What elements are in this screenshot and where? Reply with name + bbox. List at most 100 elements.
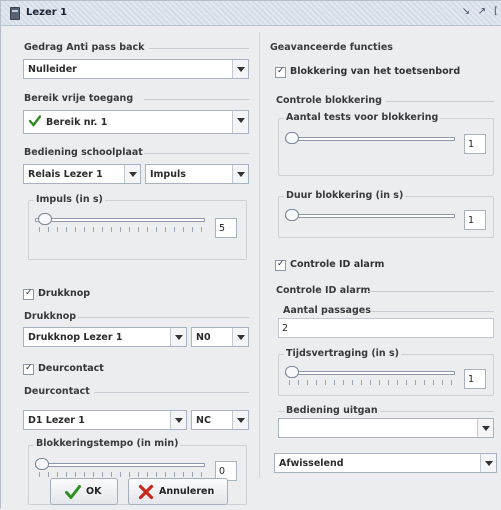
drukknop-contact-value: N0 (196, 332, 211, 343)
green-checkmark-icon (29, 115, 41, 127)
duur-label: Duur blokkering (in s) (284, 190, 406, 201)
blokkering-checkbox[interactable]: Blokkering van het toetsenbord (275, 66, 475, 80)
vertraging-slider-track (285, 371, 455, 375)
controle-blokkering-label: Controle blokkering (276, 95, 382, 106)
gedrag-select-value: Nulleider (28, 64, 77, 75)
geavanceerde-label: Geavanceerde functies (270, 42, 393, 53)
vertraging-slider-ticks (289, 380, 455, 385)
close-icon[interactable]: [ (491, 5, 501, 19)
green-checkmark-icon (65, 485, 81, 499)
chevron-down-icon (170, 328, 186, 346)
blokkering-checkbox-label: Blokkering van het toetsenbord (290, 66, 461, 77)
drukknop-checkbox[interactable]: Drukknop (23, 288, 143, 302)
chevron-down-icon (232, 411, 248, 429)
chevron-down-icon (480, 454, 496, 472)
gedrag-select[interactable]: Nulleider (23, 59, 249, 79)
drukknop-separator (78, 317, 249, 318)
vertraging-slider-thumb[interactable] (285, 366, 299, 378)
blokkering-checkbox-box[interactable] (275, 66, 286, 78)
impuls-value-field[interactable]: 5 (215, 218, 237, 238)
red-x-icon (138, 484, 154, 500)
ok-button[interactable]: OK (50, 478, 118, 505)
drukknop-checkbox-box[interactable] (23, 288, 34, 300)
chevron-down-icon (477, 419, 493, 437)
ok-button-label: OK (86, 486, 102, 497)
lezer-window: Lezer 1 ↘ ↗ [ Gedrag Anti pass back Null… (0, 0, 501, 510)
bereik-select[interactable]: Bereik nr. 1 (23, 110, 249, 134)
deurcontact-label: Deurcontact (24, 386, 90, 397)
deurcontact-contact-value: NC (196, 415, 211, 426)
uitgan-label: Bediening uitgan (284, 405, 380, 416)
impuls-label: Impuls (in s) (34, 194, 105, 205)
impuls-mode-value: Impuls (150, 169, 186, 180)
restore-icon[interactable]: ↘ (459, 5, 473, 19)
cancel-button[interactable]: Annuleren (128, 478, 228, 505)
title-bar[interactable]: Lezer 1 ↘ ↗ [ (1, 1, 501, 26)
deurcontact-contact-select[interactable]: NC (191, 410, 249, 430)
dialog-content: Gedrag Anti pass back Nulleider Bereik v… (1, 26, 501, 510)
deurcontact-checkbox[interactable]: Deurcontact (23, 363, 143, 377)
deurcontact-separator (94, 392, 249, 393)
drukknop-contact-select[interactable]: N0 (191, 327, 249, 347)
drukknop-checkbox-label: Drukknop (38, 288, 91, 299)
tempo-slider-thumb[interactable] (35, 458, 49, 470)
column-divider (259, 32, 260, 478)
tests-slider-thumb[interactable] (285, 132, 299, 144)
relais-select-value: Relais Lezer 1 (28, 169, 103, 180)
chevron-down-icon (170, 411, 186, 429)
tests-value-field[interactable]: 1 (464, 134, 486, 154)
drukknop-select[interactable]: Drukknop Lezer 1 (23, 327, 187, 347)
chevron-down-icon (232, 111, 248, 133)
relais-select[interactable]: Relais Lezer 1 (23, 164, 141, 184)
chevron-down-icon (124, 165, 140, 183)
gedrag-separator (149, 48, 249, 49)
duur-value-field[interactable]: 1 (464, 210, 486, 230)
bediening-label: Bediening schoolplaat (24, 147, 143, 158)
vertraging-label: Tijdsvertraging (in s) (284, 348, 401, 359)
bereik-separator (144, 99, 249, 100)
bediening-separator (144, 153, 249, 154)
deurcontact-checkbox-box[interactable] (23, 363, 34, 375)
maximize-icon[interactable]: ↗ (475, 5, 489, 19)
controle-id-checkbox[interactable]: Controle ID alarm (275, 259, 435, 273)
controle-id-label: Controle ID alarm (276, 285, 371, 296)
chevron-down-icon (232, 328, 248, 346)
vertraging-value-field[interactable]: 1 (464, 369, 486, 389)
drukknop-label: Drukknop (24, 311, 77, 322)
chevron-down-icon (232, 165, 248, 183)
bereik-select-value: Bereik nr. 1 (46, 117, 108, 128)
uitgan-select[interactable] (278, 418, 494, 438)
tempo-slider[interactable] (35, 458, 211, 480)
chevron-down-icon (232, 60, 248, 78)
tests-slider[interactable] (285, 132, 461, 154)
controle-blokkering-separator (386, 101, 494, 102)
tests-slider-track (285, 137, 455, 141)
bereik-label: Bereik vrije toegang (24, 93, 134, 104)
afwisselend-select[interactable]: Afwisselend (274, 453, 497, 473)
impuls-mode-select[interactable]: Impuls (145, 164, 249, 184)
impuls-slider[interactable] (35, 213, 211, 235)
impuls-slider-track (35, 218, 205, 222)
duur-slider-track (285, 214, 455, 218)
window-icon (10, 7, 20, 20)
afwisselend-select-value: Afwisselend (279, 458, 344, 469)
passages-input[interactable]: 2 (278, 318, 494, 338)
duur-slider-thumb[interactable] (285, 209, 299, 221)
deurcontact-checkbox-label: Deurcontact (38, 363, 104, 374)
tempo-label: Blokkeringstempo (in min) (34, 438, 181, 449)
tempo-slider-track (35, 463, 205, 467)
tests-label: Aantal tests voor blokkering (284, 112, 441, 123)
controle-id-separator (368, 291, 494, 292)
window-title: Lezer 1 (26, 7, 68, 18)
passages-label: Aantal passages (283, 305, 371, 316)
vertraging-slider[interactable] (285, 366, 461, 388)
passages-separator (371, 311, 494, 312)
deurcontact-select[interactable]: D1 Lezer 1 (23, 410, 187, 430)
duur-slider[interactable] (285, 209, 461, 231)
cancel-button-label: Annuleren (159, 486, 215, 497)
impuls-slider-ticks (39, 227, 205, 232)
impuls-slider-thumb[interactable] (38, 213, 52, 225)
controle-id-checkbox-box[interactable] (275, 259, 286, 271)
controle-id-checkbox-label: Controle ID alarm (290, 259, 385, 270)
gedrag-label: Gedrag Anti pass back (24, 42, 145, 53)
